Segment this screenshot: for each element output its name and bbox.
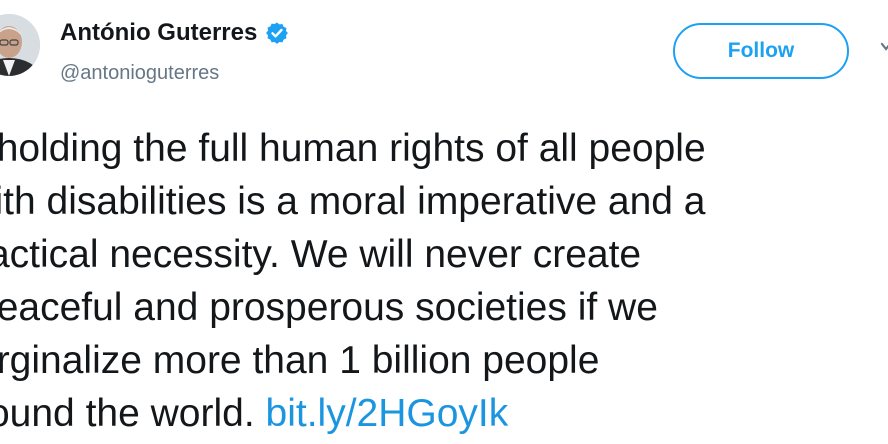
tweet-line-3: ractical necessity. We will never create [0,233,642,276]
tweet-link[interactable]: bit.ly/2HGoyIk [266,392,509,435]
chevron-down-icon[interactable] [880,40,888,54]
author-handle[interactable]: @antonioguterres [60,61,219,85]
tweet-line-2: vith disabilities is a moral imperative … [0,180,706,223]
verified-badge-icon [266,22,289,44]
tweet-line-6: round the world. bit.ly/2HGoyIk [0,387,888,440]
tweet-line-4: peaceful and prosperous societies if we [0,286,658,329]
tweet-line-6-text: round the world. [0,392,266,435]
follow-button[interactable]: Follow [673,23,849,79]
tweet-line-5: arginalize more than 1 billion people [0,339,600,382]
author-name[interactable]: António Guterres [60,18,257,48]
avatar[interactable] [0,14,40,76]
avatar-photo [0,14,40,76]
author-name-row[interactable]: António Guterres [60,18,289,48]
tweet-line-1: pholding the full human rights of all pe… [0,127,706,170]
tweet-text: pholding the full human rights of all pe… [0,122,888,440]
